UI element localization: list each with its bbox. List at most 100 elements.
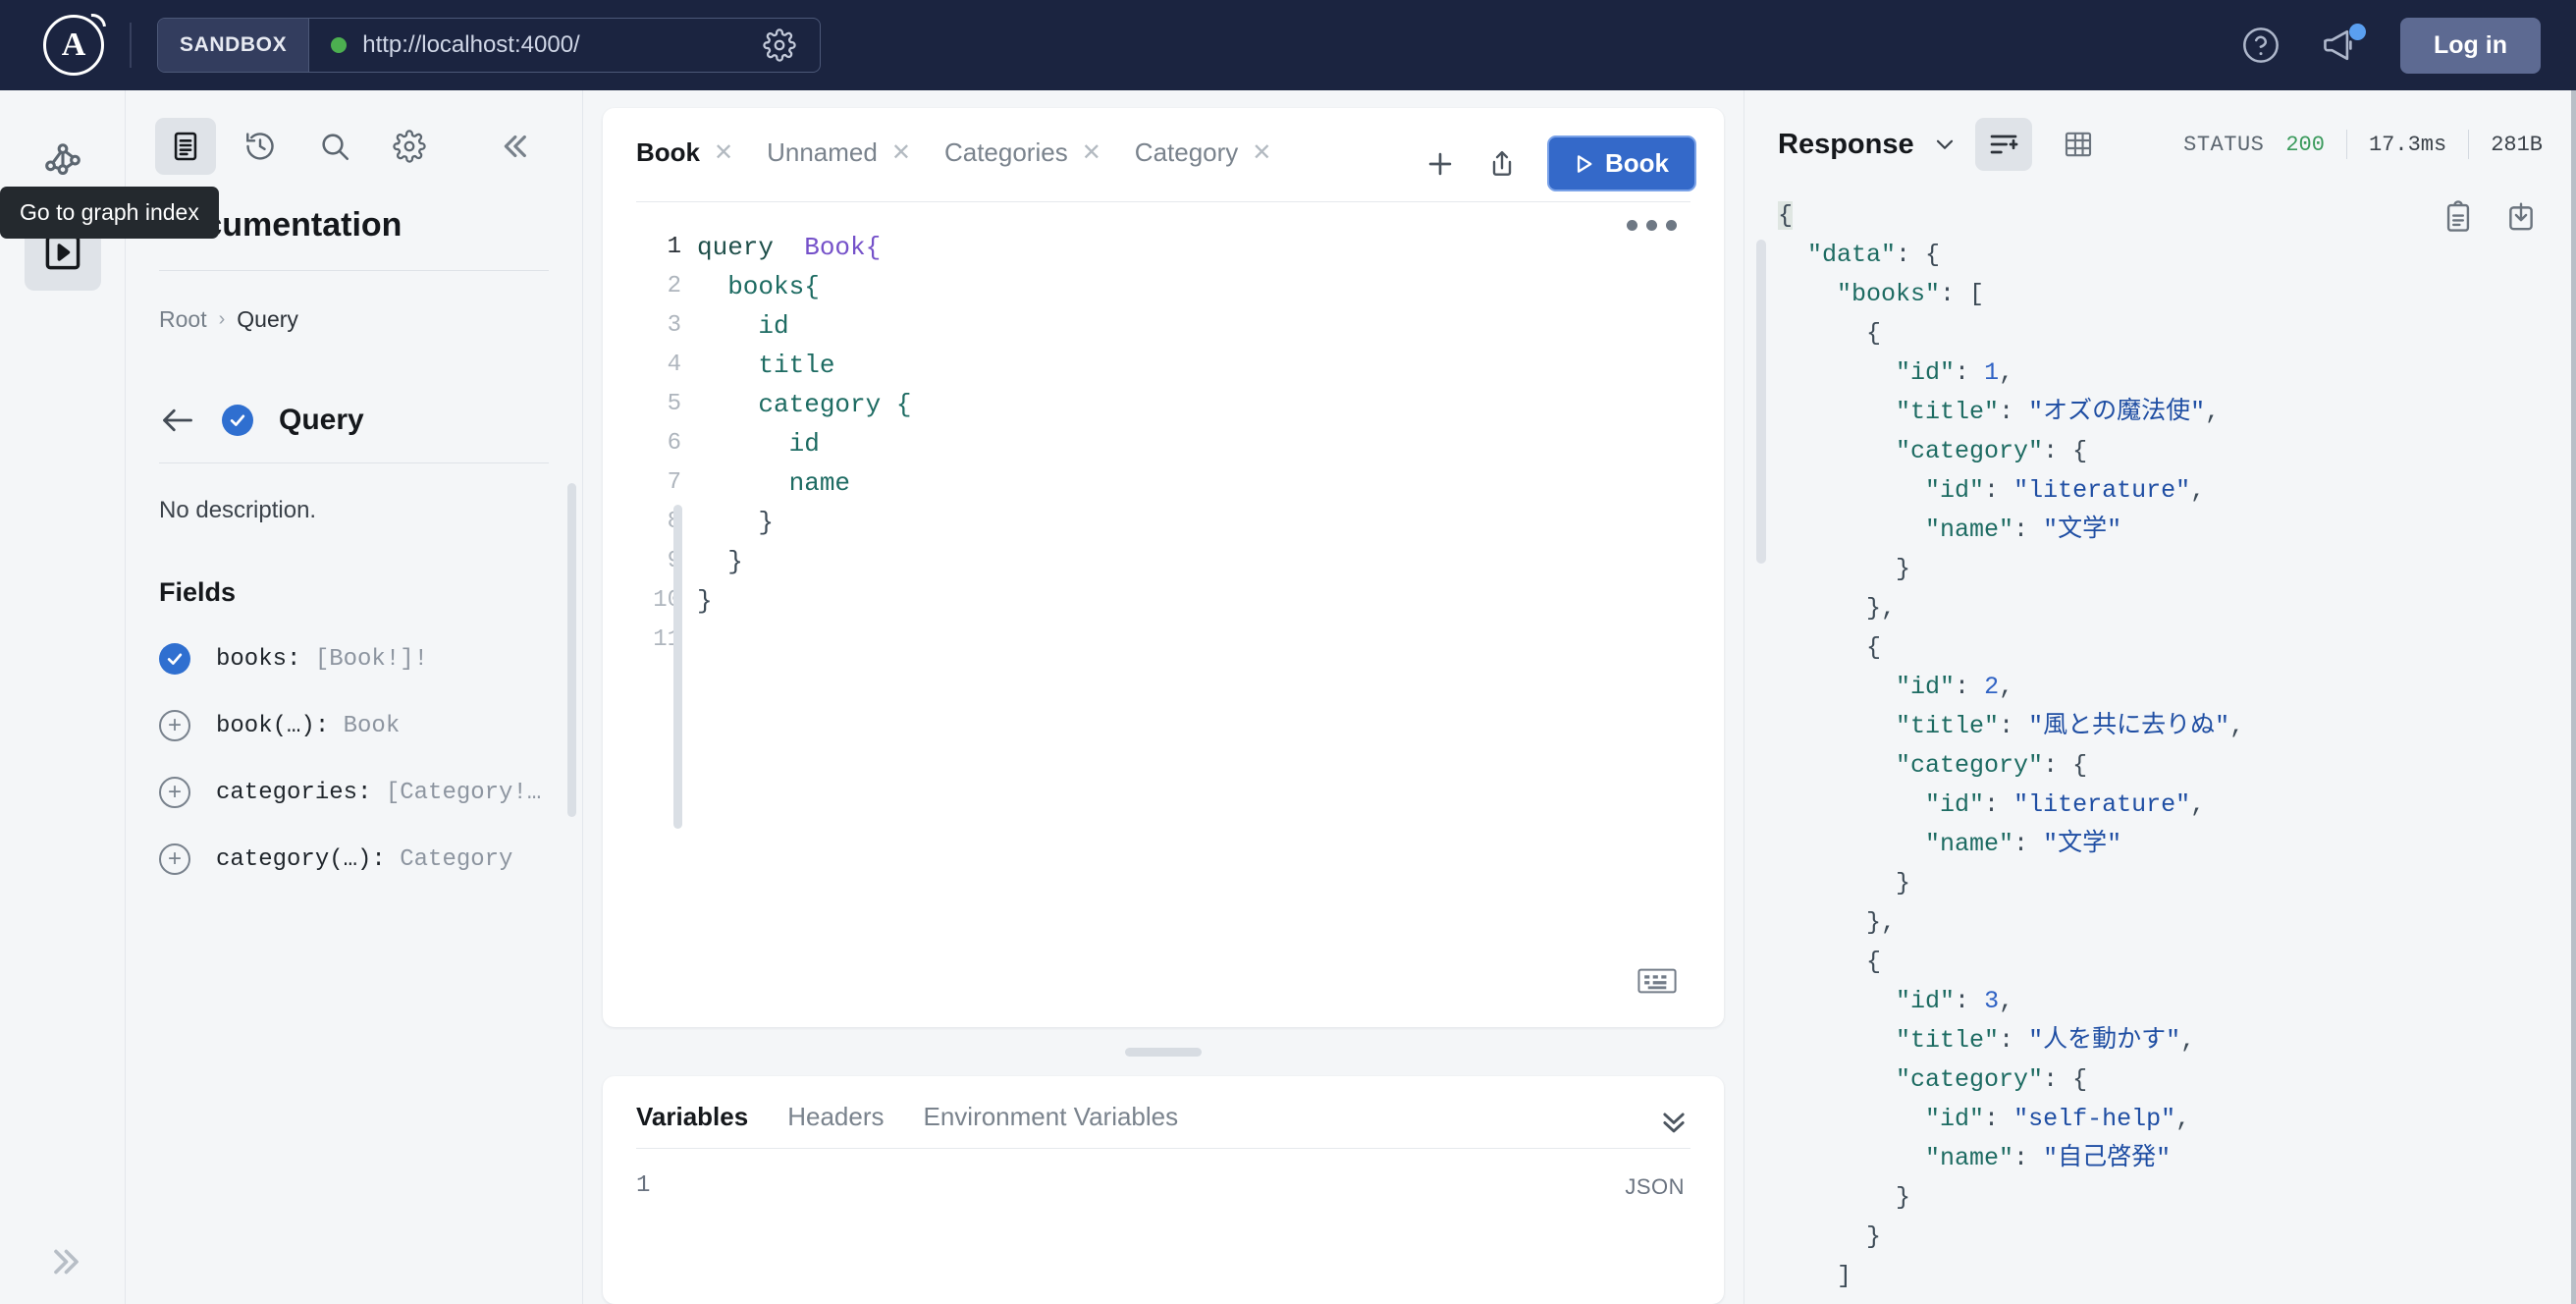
editor-line: id xyxy=(697,429,820,459)
operation-tab[interactable]: Category ✕ xyxy=(1135,130,1272,178)
field-row[interactable]: + category(…): Category xyxy=(159,843,549,875)
editor-line: category { xyxy=(697,390,912,419)
response-json-line: "id": "self-help", xyxy=(1925,1105,2191,1133)
field-add-plus-icon[interactable]: + xyxy=(159,777,190,808)
variables-format-label: JSON xyxy=(1625,1174,1685,1199)
response-duration: 17.3ms xyxy=(2368,132,2447,157)
json-view-icon[interactable] xyxy=(1974,118,2032,171)
megaphone-icon[interactable] xyxy=(2320,24,2367,64)
editor-scrollbar[interactable] xyxy=(673,505,682,829)
documentation-toolbar xyxy=(126,118,582,175)
field-signature: book(…): Book xyxy=(216,712,401,739)
login-button[interactable]: Log in xyxy=(2400,17,2541,74)
editor-line-number: 6 xyxy=(667,430,681,457)
editor-line-number: 3 xyxy=(667,312,681,339)
field-selected-check-icon[interactable] xyxy=(159,643,190,675)
response-json-line: { xyxy=(1866,319,1882,348)
more-horizontal-icon[interactable] xyxy=(1627,220,1677,231)
response-json-line: { xyxy=(1778,201,1794,230)
chevron-down-icon[interactable] xyxy=(1932,132,1958,157)
plus-icon[interactable] xyxy=(1423,147,1457,181)
operation-tab-label: Category xyxy=(1134,137,1239,167)
field-add-plus-icon[interactable]: + xyxy=(159,843,190,875)
editor-code-area[interactable]: query Book{ books{ id title category { i… xyxy=(673,220,1724,1027)
editor-line-number: 11 xyxy=(653,626,681,653)
response-scrollbar[interactable] xyxy=(1756,240,1766,564)
response-stats: STATUS 200 17.3ms 281B xyxy=(2183,130,2543,159)
editor-line: title xyxy=(697,351,835,380)
sandbox-badge: SANDBOX xyxy=(158,19,310,72)
apollo-logo[interactable]: A xyxy=(35,15,112,76)
response-json-line: "books": [ xyxy=(1837,280,1985,308)
close-icon[interactable]: ✕ xyxy=(1252,140,1271,165)
divider xyxy=(2468,130,2470,159)
history-icon[interactable] xyxy=(230,118,291,175)
expand-rail-button[interactable] xyxy=(0,1241,125,1282)
fields-list: books: [Book!]! + book(…): Book + categories… xyxy=(159,643,549,875)
divider xyxy=(130,23,132,68)
operation-editor-card: Book ✕ Unnamed ✕ Categories ✕ Category ✕ xyxy=(603,108,1724,1027)
field-row[interactable]: + book(…): Book xyxy=(159,710,549,741)
documentation-icon[interactable] xyxy=(155,118,216,175)
operation-tab[interactable]: Book ✕ xyxy=(636,130,733,178)
editor-line-number: 4 xyxy=(667,352,681,378)
field-row[interactable]: books: [Book!]! xyxy=(159,643,549,675)
breadcrumb-current[interactable]: Query xyxy=(237,306,298,333)
help-circle-icon[interactable] xyxy=(2241,26,2281,65)
operation-tabs-bar: Book ✕ Unnamed ✕ Categories ✕ Category ✕ xyxy=(603,108,1724,191)
table-view-icon[interactable] xyxy=(2050,118,2107,171)
field-row[interactable]: + categories: [Category!… xyxy=(159,777,549,808)
editor-line: } xyxy=(697,547,743,576)
gear-icon[interactable] xyxy=(763,28,796,62)
field-add-plus-icon[interactable]: + xyxy=(159,710,190,741)
variables-editor[interactable]: 1 JSON xyxy=(603,1149,1724,1304)
play-icon xyxy=(1577,154,1592,173)
collapse-variables-icon[interactable] xyxy=(1657,1105,1690,1138)
fields-heading: Fields xyxy=(159,577,237,607)
operation-tab-label: Categories xyxy=(943,137,1068,167)
documentation-scrollbar[interactable] xyxy=(567,483,576,817)
editor-line: query Book{ xyxy=(697,233,882,262)
share-upload-icon[interactable] xyxy=(1486,147,1518,181)
close-icon[interactable]: ✕ xyxy=(714,140,733,165)
endpoint-url-field[interactable]: http://localhost:4000/ xyxy=(309,28,819,62)
response-json-body[interactable]: { "data": { "books": [ { "id": 1, "title… xyxy=(1744,171,2576,1304)
type-header: Query xyxy=(159,404,549,437)
run-operation-button[interactable]: Book xyxy=(1547,136,1696,191)
keyboard-icon[interactable] xyxy=(1637,967,1677,1000)
response-json-line: "name": "文学" xyxy=(1925,516,2122,544)
response-json-line: "id": 3, xyxy=(1896,987,2014,1015)
close-icon[interactable]: ✕ xyxy=(1082,140,1101,165)
editor-line: name xyxy=(697,468,851,498)
rail-tooltip: Go to graph index xyxy=(0,187,219,239)
variables-tab[interactable]: Environment Variables xyxy=(923,1102,1178,1140)
response-title[interactable]: Response xyxy=(1778,129,1914,161)
settings-icon[interactable] xyxy=(379,118,440,175)
response-json-line: { xyxy=(1866,633,1882,662)
search-icon[interactable] xyxy=(304,118,365,175)
response-json-line: "title": "人を動かす", xyxy=(1896,1026,2196,1055)
divider xyxy=(159,462,549,463)
response-json-line: "title": "オズの魔法使", xyxy=(1896,398,2221,426)
response-json-line: "name": "文学" xyxy=(1925,830,2122,858)
graphql-editor[interactable]: 1 2 3 4 5 6 7 89 10 11 query Book{ books{ id titl… xyxy=(603,202,1724,1027)
endpoint-url-bar[interactable]: SANDBOX http://localhost:4000/ xyxy=(157,18,821,73)
editor-line: } xyxy=(697,586,713,616)
back-arrow-icon[interactable] xyxy=(159,406,196,435)
operation-tab[interactable]: Categories ✕ xyxy=(944,130,1101,178)
breadcrumb-root[interactable]: Root xyxy=(159,306,207,333)
endpoint-url-text: http://localhost:4000/ xyxy=(362,31,580,58)
response-json-line: "data": { xyxy=(1807,241,1941,269)
variables-panel: Variables Headers Environment Variables 1 … xyxy=(603,1076,1724,1304)
field-signature: books: [Book!]! xyxy=(216,645,429,673)
panel-resize-handle[interactable] xyxy=(603,1041,1724,1062)
close-icon[interactable]: ✕ xyxy=(891,140,911,165)
collapse-panel-icon[interactable] xyxy=(488,118,549,175)
variables-tab[interactable]: Variables xyxy=(636,1102,748,1140)
editor-line: id xyxy=(697,311,789,341)
response-json-line: }, xyxy=(1866,594,1897,623)
operation-tab[interactable]: Unnamed ✕ xyxy=(767,130,911,178)
variables-tab[interactable]: Headers xyxy=(787,1102,884,1140)
response-json-line: "id": 2, xyxy=(1896,673,2014,701)
